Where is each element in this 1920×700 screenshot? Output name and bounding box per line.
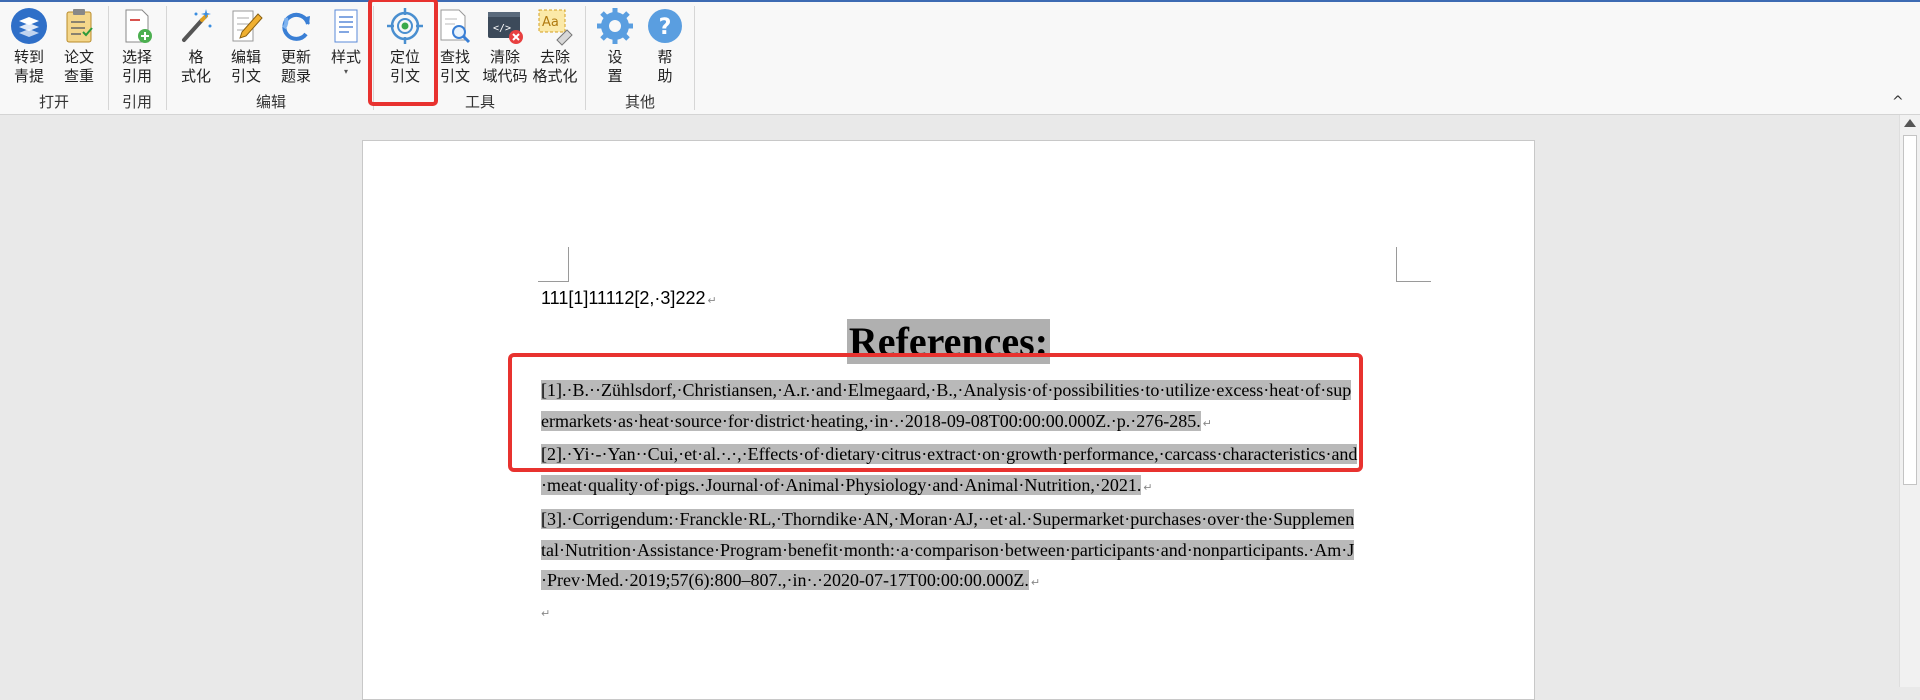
body-text: 111[1]11112[2,·3]222 — [541, 288, 706, 308]
vertical-scrollbar[interactable] — [1899, 115, 1920, 687]
style-label: 样式 — [330, 48, 361, 66]
paragraph-mark: ↵ — [1143, 482, 1153, 495]
edit-citation-button[interactable]: 编辑 引文 — [221, 4, 271, 90]
help-icon: ? — [648, 9, 682, 43]
edit-citation-label-1: 编辑 — [230, 48, 261, 66]
plagiarism-check-label-2: 查重 — [63, 67, 94, 85]
document-search-icon — [440, 9, 471, 44]
settings-label-1: 设 — [607, 48, 623, 66]
group-separator — [585, 6, 586, 110]
select-citation-label-1: 选择 — [121, 48, 152, 66]
reference-highlight-box — [508, 353, 1363, 472]
format-label-1: 格 — [188, 48, 204, 66]
document-add-icon — [125, 9, 152, 43]
ribbon-toolbar: 转到 青提 论文 查重 打开 选择 引用 引用 格 式化 编辑 引文 更新 题录… — [0, 0, 1920, 115]
group-separator — [694, 6, 695, 110]
clear-field-code-label-1: 清除 — [489, 48, 520, 66]
remove-format-label-1: 去除 — [539, 48, 570, 66]
select-citation-button[interactable]: 选择 引用 — [112, 4, 162, 90]
clipboard-check-icon — [66, 9, 93, 43]
scroll-up-arrow-icon[interactable] — [1904, 119, 1916, 127]
plagiarism-check-label-1: 论文 — [63, 48, 94, 66]
clear-field-code-button[interactable]: </> 清除 域代码 — [480, 4, 530, 90]
remove-format-button[interactable]: Aa 去除 格式化 — [530, 4, 580, 90]
svg-text:?: ? — [659, 15, 672, 40]
group-label-other: 其他 — [624, 93, 655, 111]
qingti-logo-icon — [11, 8, 47, 44]
document-body-line[interactable]: 111[1]11112[2,·3]222 ↵ — [541, 285, 717, 314]
gear-icon — [597, 8, 633, 44]
ribbon-accent-line — [0, 0, 1920, 2]
format-button[interactable]: 格 式化 — [171, 4, 221, 90]
refresh-icon — [282, 12, 310, 41]
empty-paragraph-mark[interactable]: ↵ — [541, 599, 1359, 629]
remove-format-icon: Aa — [538, 9, 573, 46]
pencil-edit-icon — [232, 10, 263, 42]
update-bibliography-button[interactable]: 更新 题录 — [271, 4, 321, 90]
margin-corner-top-right — [1396, 247, 1431, 282]
style-document-icon — [334, 9, 358, 43]
group-separator — [108, 6, 109, 110]
locate-citation-highlight-box — [368, 0, 438, 106]
goto-qingti-button[interactable]: 转到 青提 — [4, 4, 54, 90]
svg-text:Aa: Aa — [542, 15, 559, 30]
clear-field-code-icon: </> — [488, 12, 523, 44]
paragraph-mark: ↵ — [1030, 577, 1041, 590]
group-label-edit: 编辑 — [255, 93, 286, 111]
margin-corner-top-left — [538, 247, 569, 282]
chevron-down-icon: ▾ — [343, 67, 348, 76]
paragraph-mark: ↵ — [707, 295, 717, 307]
reference-text-3: [3].·Corrigendum:·Franckle·RL,·Thorndike… — [541, 508, 1355, 591]
collapse-ribbon-icon[interactable]: ^ — [1892, 94, 1904, 110]
goto-qingti-label-2: 青提 — [13, 67, 44, 85]
svg-text:</>: </> — [493, 23, 511, 34]
edit-citation-label-2: 引文 — [230, 67, 261, 85]
help-label-1: 帮 — [657, 48, 673, 66]
update-bibliography-label-2: 题录 — [280, 67, 311, 85]
reference-item-3[interactable]: [3].·Corrigendum:·Franckle·RL,·Thorndike… — [541, 504, 1359, 599]
remove-format-label-2: 格式化 — [532, 67, 578, 85]
group-label-open: 打开 — [38, 93, 69, 111]
group-separator — [166, 6, 167, 110]
select-citation-label-2: 引用 — [121, 67, 152, 85]
magic-wand-icon — [182, 9, 212, 42]
update-bibliography-label-1: 更新 — [280, 48, 311, 66]
settings-label-2: 置 — [607, 67, 623, 85]
plagiarism-check-button[interactable]: 论文 查重 — [54, 4, 104, 90]
help-label-2: 助 — [657, 67, 673, 85]
help-button[interactable]: ? 帮 助 — [640, 4, 690, 90]
style-dropdown-button[interactable]: 样式 ▾ — [321, 4, 371, 90]
goto-qingti-label-1: 转到 — [13, 48, 44, 66]
scrollbar-thumb[interactable] — [1903, 135, 1917, 485]
format-label-2: 式化 — [180, 67, 211, 85]
clear-field-code-label-2: 域代码 — [482, 67, 528, 85]
settings-button[interactable]: 设 置 — [590, 4, 640, 90]
group-label-citation: 引用 — [121, 93, 152, 111]
